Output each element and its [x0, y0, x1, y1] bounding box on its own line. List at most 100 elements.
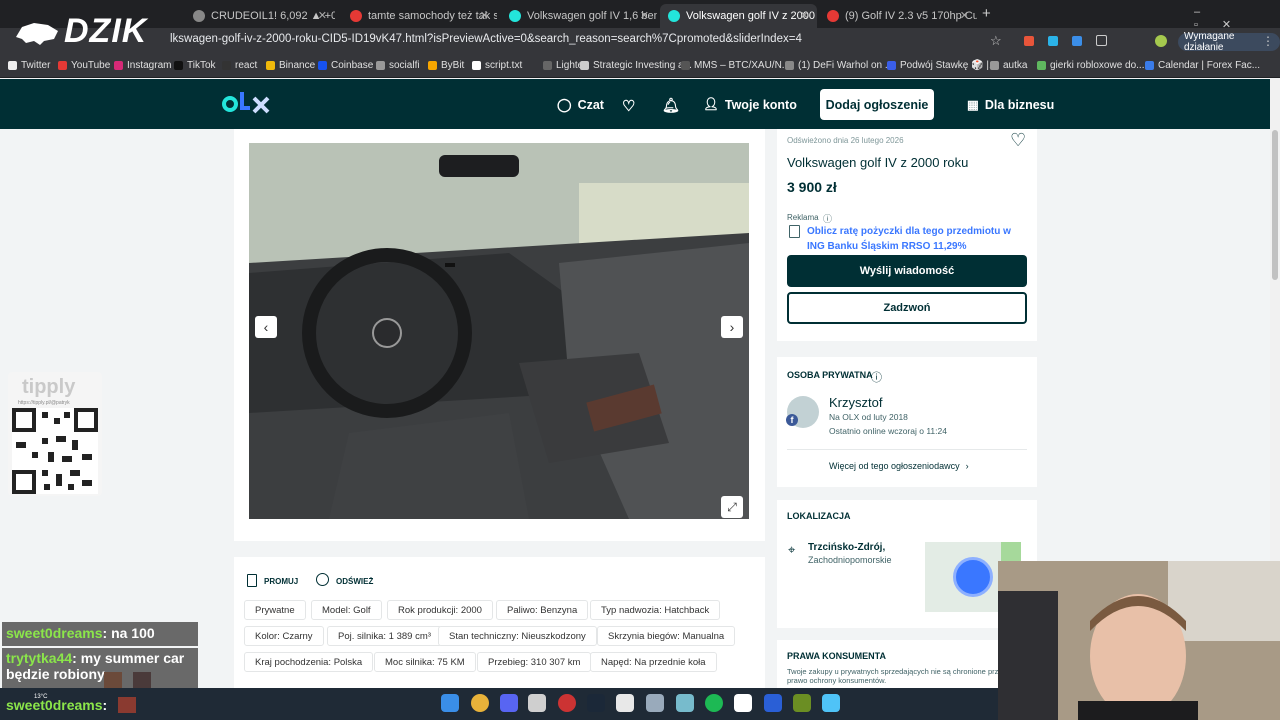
prev-image-button[interactable]: ‹ [255, 316, 277, 338]
chat-bubble-icon: ◯ [557, 97, 572, 112]
chat-text: będzie robiony [6, 666, 105, 682]
chevron-right-icon: › [965, 461, 969, 471]
app-icon[interactable] [793, 694, 811, 712]
bookmark-icon [785, 61, 794, 70]
emote-icon [118, 697, 136, 713]
bookmark-icon [472, 61, 481, 70]
bookmark-item[interactable]: autka [990, 60, 1027, 71]
browser-tab[interactable]: CRUDEOIL1! 6,092 ▲ +0.64% B✕ [185, 4, 335, 28]
bookmark-item[interactable]: Binance [266, 60, 315, 71]
steam-icon[interactable] [587, 694, 605, 712]
stream-logo: DZIK [14, 12, 147, 51]
facebook-icon: f [786, 414, 798, 426]
boar-icon [16, 22, 58, 45]
url-input[interactable]: lkswagen-golf-iv-z-2000-roku-CID5-ID19vK… [170, 33, 802, 45]
app-icon[interactable] [734, 694, 752, 712]
refresh-icon [316, 573, 329, 586]
close-icon[interactable]: ✕ [640, 9, 649, 22]
olx-favicon-icon [668, 10, 680, 22]
new-tab-icon[interactable]: + [982, 5, 991, 22]
bookmark-item[interactable]: script.txt [472, 60, 522, 71]
browser-tab-active[interactable]: Volkswagen golf IV z 2000 roku✕ [660, 4, 817, 28]
bookmark-item[interactable]: react [222, 60, 257, 71]
next-image-button[interactable]: › [721, 316, 743, 338]
send-message-button[interactable]: Wyślij wiadomość [787, 255, 1027, 287]
app-icon[interactable] [646, 694, 664, 712]
browser-tab[interactable]: (9) Golf IV 2.3 v5 170hp Custom✕ [819, 4, 977, 28]
chat-message: sweet0dreams: [2, 696, 111, 714]
browser-tab[interactable]: tamte samochody też tak stoją✕ [342, 4, 497, 28]
bell-icon[interactable]: 🔔︎ [662, 97, 680, 114]
close-icon[interactable]: ✕ [800, 9, 809, 22]
bookmark-item[interactable]: gierki robloxowe do... [1037, 60, 1145, 71]
bookmark-item[interactable]: Coinbase [318, 60, 373, 71]
ad-label: Reklama [787, 213, 819, 222]
bookmark-item[interactable]: Podwój Stawkę 🎲 |... [887, 60, 997, 71]
account-link[interactable]: 👤︎ Twoje konto [703, 97, 797, 112]
bookmark-item[interactable]: Twitter [8, 60, 50, 71]
app-icon[interactable] [528, 694, 546, 712]
app-icon[interactable] [676, 694, 694, 712]
fullscreen-icon[interactable]: ⤢ [721, 496, 743, 518]
extension-icon[interactable] [1048, 36, 1058, 46]
bookmark-icon [174, 61, 183, 70]
building-icon: ▦ [967, 98, 979, 112]
app-icon[interactable] [616, 694, 634, 712]
chat-user: sweet0dreams [6, 625, 103, 641]
bookmark-label: Binance [279, 60, 316, 71]
close-icon[interactable]: ✕ [318, 9, 327, 22]
bookmark-item[interactable]: socialfi [376, 60, 420, 71]
notepad-icon[interactable] [822, 694, 840, 712]
bookmark-label: (1) DeFi Warhol on ... [798, 60, 894, 71]
bookmark-item[interactable]: TikTok [174, 60, 216, 71]
business-link[interactable]: ▦ Dla biznesu [967, 97, 1054, 113]
puzzle-icon[interactable] [1096, 35, 1107, 46]
bookmark-item[interactable]: Calendar | Forex Fac... [1145, 60, 1260, 71]
bookmark-item[interactable]: ByBit [428, 60, 464, 71]
extension-icon[interactable] [1072, 36, 1082, 46]
bookmark-item[interactable]: Instagram [114, 60, 171, 71]
bookmark-label: Coinbase [331, 60, 374, 71]
close-icon[interactable]: ✕ [960, 9, 969, 22]
chat-link[interactable]: ◯ Czat [557, 97, 604, 113]
refresh-button[interactable]: ODŚWIEŻ [336, 577, 373, 586]
close-icon[interactable]: ✕ [480, 9, 489, 22]
star-icon[interactable]: ☆ [990, 33, 1002, 49]
discord-icon[interactable] [500, 694, 518, 712]
heart-icon[interactable]: ♡ [622, 97, 635, 115]
app-icon[interactable] [558, 694, 576, 712]
bookmark-item[interactable]: Strategic Investing a... [580, 60, 692, 71]
bookmark-item[interactable]: YouTube [58, 60, 110, 71]
loan-link[interactable]: Oblicz ratę pożyczki dla tego przedmiotu… [807, 224, 1027, 254]
more-label: Więcej od tego ogłoszeniodawcy [829, 461, 960, 471]
menu-icon[interactable]: ⋮ [1262, 34, 1274, 48]
avatar[interactable] [1155, 35, 1167, 47]
promote-button[interactable]: PROMUJ [264, 577, 298, 586]
scrollbar-thumb[interactable] [1272, 130, 1278, 280]
olx-logo[interactable] [222, 90, 272, 118]
stream-logo-text: DZIK [64, 12, 148, 50]
app-icon[interactable] [764, 694, 782, 712]
bookmark-label: Instagram [127, 60, 172, 71]
seller-online: Ostatnio online wczoraj o 11:24 [829, 426, 947, 436]
tab-label: Volkswagen golf IV 1,6 benzyna [527, 10, 657, 22]
chat-text: : my summer car [72, 650, 185, 666]
browser-tab[interactable]: Volkswagen golf IV 1,6 benzyna✕ [501, 4, 657, 28]
extension-icon[interactable] [1024, 36, 1034, 46]
bookmark-icon [428, 61, 437, 70]
more-from-seller-link[interactable]: Więcej od tego ogłoszeniodawcy › [829, 461, 969, 471]
car-photo[interactable] [249, 143, 749, 519]
call-button[interactable]: Zadzwoń [787, 292, 1027, 324]
car-interior-image [249, 143, 749, 519]
add-listing-button[interactable]: Dodaj ogłoszenie [820, 89, 934, 120]
favorite-heart-icon[interactable]: ♡ [1010, 130, 1026, 151]
spotify-icon[interactable] [705, 694, 723, 712]
bookmark-item[interactable]: (1) DeFi Warhol on ... [785, 60, 893, 71]
chrome-icon[interactable] [471, 694, 489, 712]
info-icon[interactable]: ⓘ [871, 369, 882, 385]
parameter-tag: Poj. silnika: 1 389 cm³ [327, 626, 442, 646]
bookmark-icon [543, 61, 552, 70]
bookmark-item[interactable]: MMS – BTC/XAU/N... [681, 60, 790, 71]
start-icon[interactable] [441, 694, 459, 712]
bookmark-label: react [235, 60, 258, 71]
